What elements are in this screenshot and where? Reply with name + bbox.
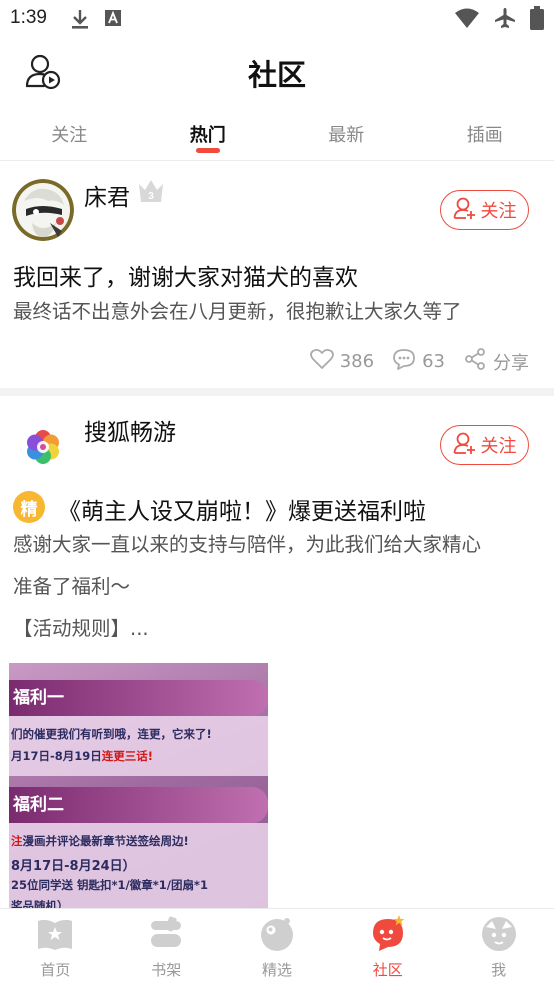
nav-bookshelf[interactable]: 书架 <box>111 909 222 984</box>
svg-text:3: 3 <box>148 191 154 202</box>
image-text: 8月17日-8月24日） <box>11 859 136 874</box>
page-title: 社区 <box>247 58 306 92</box>
active-tab-indicator <box>195 148 220 153</box>
image-text: 奖品随机） <box>11 899 69 908</box>
bookshelf-icon <box>147 915 185 953</box>
follow-label: 关注 <box>480 201 517 222</box>
nav-label: 精选 <box>261 961 292 979</box>
post-excerpt[interactable]: 最终话不出意外会在八月更新，很抱歉让大家久等了 <box>13 291 543 333</box>
excerpt-line: 【活动规则】... <box>13 617 149 640</box>
comment-icon <box>392 348 416 375</box>
like-button[interactable]: 386 <box>309 348 375 375</box>
excerpt-line: 准备了福利～ <box>13 575 131 598</box>
a-box-icon <box>104 8 122 34</box>
image-banner: 福利二 <box>9 787 268 823</box>
airplane-icon <box>494 7 516 33</box>
share-label: 分享 <box>493 352 529 374</box>
bottom-nav: 首页 书架 精选 社区 我 <box>0 908 554 984</box>
post-stats: 386 63 分享 <box>309 347 529 376</box>
image-panel <box>9 716 268 776</box>
status-bar: 1:39 <box>0 0 554 38</box>
follow-button[interactable]: 关注 <box>440 425 529 465</box>
featured-icon <box>258 915 296 953</box>
wifi-icon <box>454 7 480 33</box>
follow-button[interactable]: 关注 <box>440 190 529 230</box>
tab-label: 关注 <box>51 125 88 146</box>
tab-bar: 关注 热门 最新 插画 <box>0 110 554 160</box>
comment-button[interactable]: 63 <box>392 348 445 375</box>
battery-icon <box>530 6 544 34</box>
share-button[interactable]: 分享 <box>463 347 529 376</box>
nav-featured[interactable]: 精选 <box>222 909 333 984</box>
post-feed[interactable]: 床君 3 关注 我回来了，谢谢大家对猫犬的喜欢 最终话不出意外会在八月更新，很抱… <box>0 161 554 908</box>
tab-label: 最新 <box>328 125 365 146</box>
tab-illustration[interactable]: 插画 <box>416 110 554 160</box>
image-text: 25位同学送 钥匙扣*1/徽章*1/团扇*1 <box>11 878 208 892</box>
image-text: 月17日-8月19日连更三话! <box>11 749 154 763</box>
post-image[interactable]: 福利一 们的催更我们有听到哦，连更，它来了! 月17日-8月19日连更三话! 福… <box>9 663 268 908</box>
post-separator <box>0 388 554 396</box>
home-book-icon <box>36 915 74 953</box>
tab-label: 热门 <box>189 125 226 146</box>
add-user-icon <box>453 431 477 460</box>
heart-icon <box>309 348 334 375</box>
community-icon <box>369 915 407 953</box>
excerpt-line: 感谢大家一直以来的支持与陪伴，为此我们给大家精心 <box>13 533 482 556</box>
add-user-icon <box>453 196 477 225</box>
me-icon <box>480 915 518 953</box>
nav-label: 我 <box>491 961 507 979</box>
follow-label: 关注 <box>480 436 517 457</box>
nav-community[interactable]: 社区 <box>332 909 443 984</box>
post-excerpt[interactable]: 感谢大家一直以来的支持与陪伴，为此我们给大家精心 准备了福利～ 【活动规则】..… <box>13 524 543 650</box>
nav-label: 书架 <box>151 961 182 979</box>
status-time: 1:39 <box>10 7 47 28</box>
tab-label: 插画 <box>466 125 503 146</box>
image-text: 们的催更我们有听到哦，连更，它来了! <box>11 727 212 741</box>
image-banner: 福利一 <box>9 680 268 716</box>
author-name[interactable]: 搜狐畅游 <box>84 413 176 447</box>
post-title[interactable]: 我回来了，谢谢大家对猫犬的喜欢 <box>13 258 358 292</box>
featured-badge: 精 <box>13 491 45 523</box>
download-icon <box>70 8 90 34</box>
nav-label: 社区 <box>372 961 403 979</box>
post-title[interactable]: 《萌主人设又崩啦！》爆更送福利啦 <box>58 492 426 526</box>
author-name[interactable]: 床君 <box>84 178 130 212</box>
share-icon <box>463 347 487 376</box>
nav-home[interactable]: 首页 <box>0 909 111 984</box>
avatar[interactable] <box>12 416 74 478</box>
image-text: 注漫画并评论最新章节送签绘周边! <box>11 834 189 848</box>
crown-level-badge: 3 <box>137 178 165 208</box>
like-count: 386 <box>339 351 375 372</box>
tab-following[interactable]: 关注 <box>0 110 139 160</box>
comment-count: 63 <box>422 351 445 372</box>
tab-latest[interactable]: 最新 <box>277 110 416 160</box>
avatar[interactable] <box>12 179 74 241</box>
post-card[interactable]: 床君 3 关注 我回来了，谢谢大家对猫犬的喜欢 最终话不出意外会在八月更新，很抱… <box>0 161 554 388</box>
header: 社区 <box>0 42 554 102</box>
nav-me[interactable]: 我 <box>443 909 554 984</box>
nav-label: 首页 <box>40 961 71 979</box>
tab-hot[interactable]: 热门 <box>139 110 278 160</box>
post-card[interactable]: 搜狐畅游 关注 精 《萌主人设又崩啦！》爆更送福利啦 感谢大家一直以来的支持与陪… <box>0 396 554 908</box>
